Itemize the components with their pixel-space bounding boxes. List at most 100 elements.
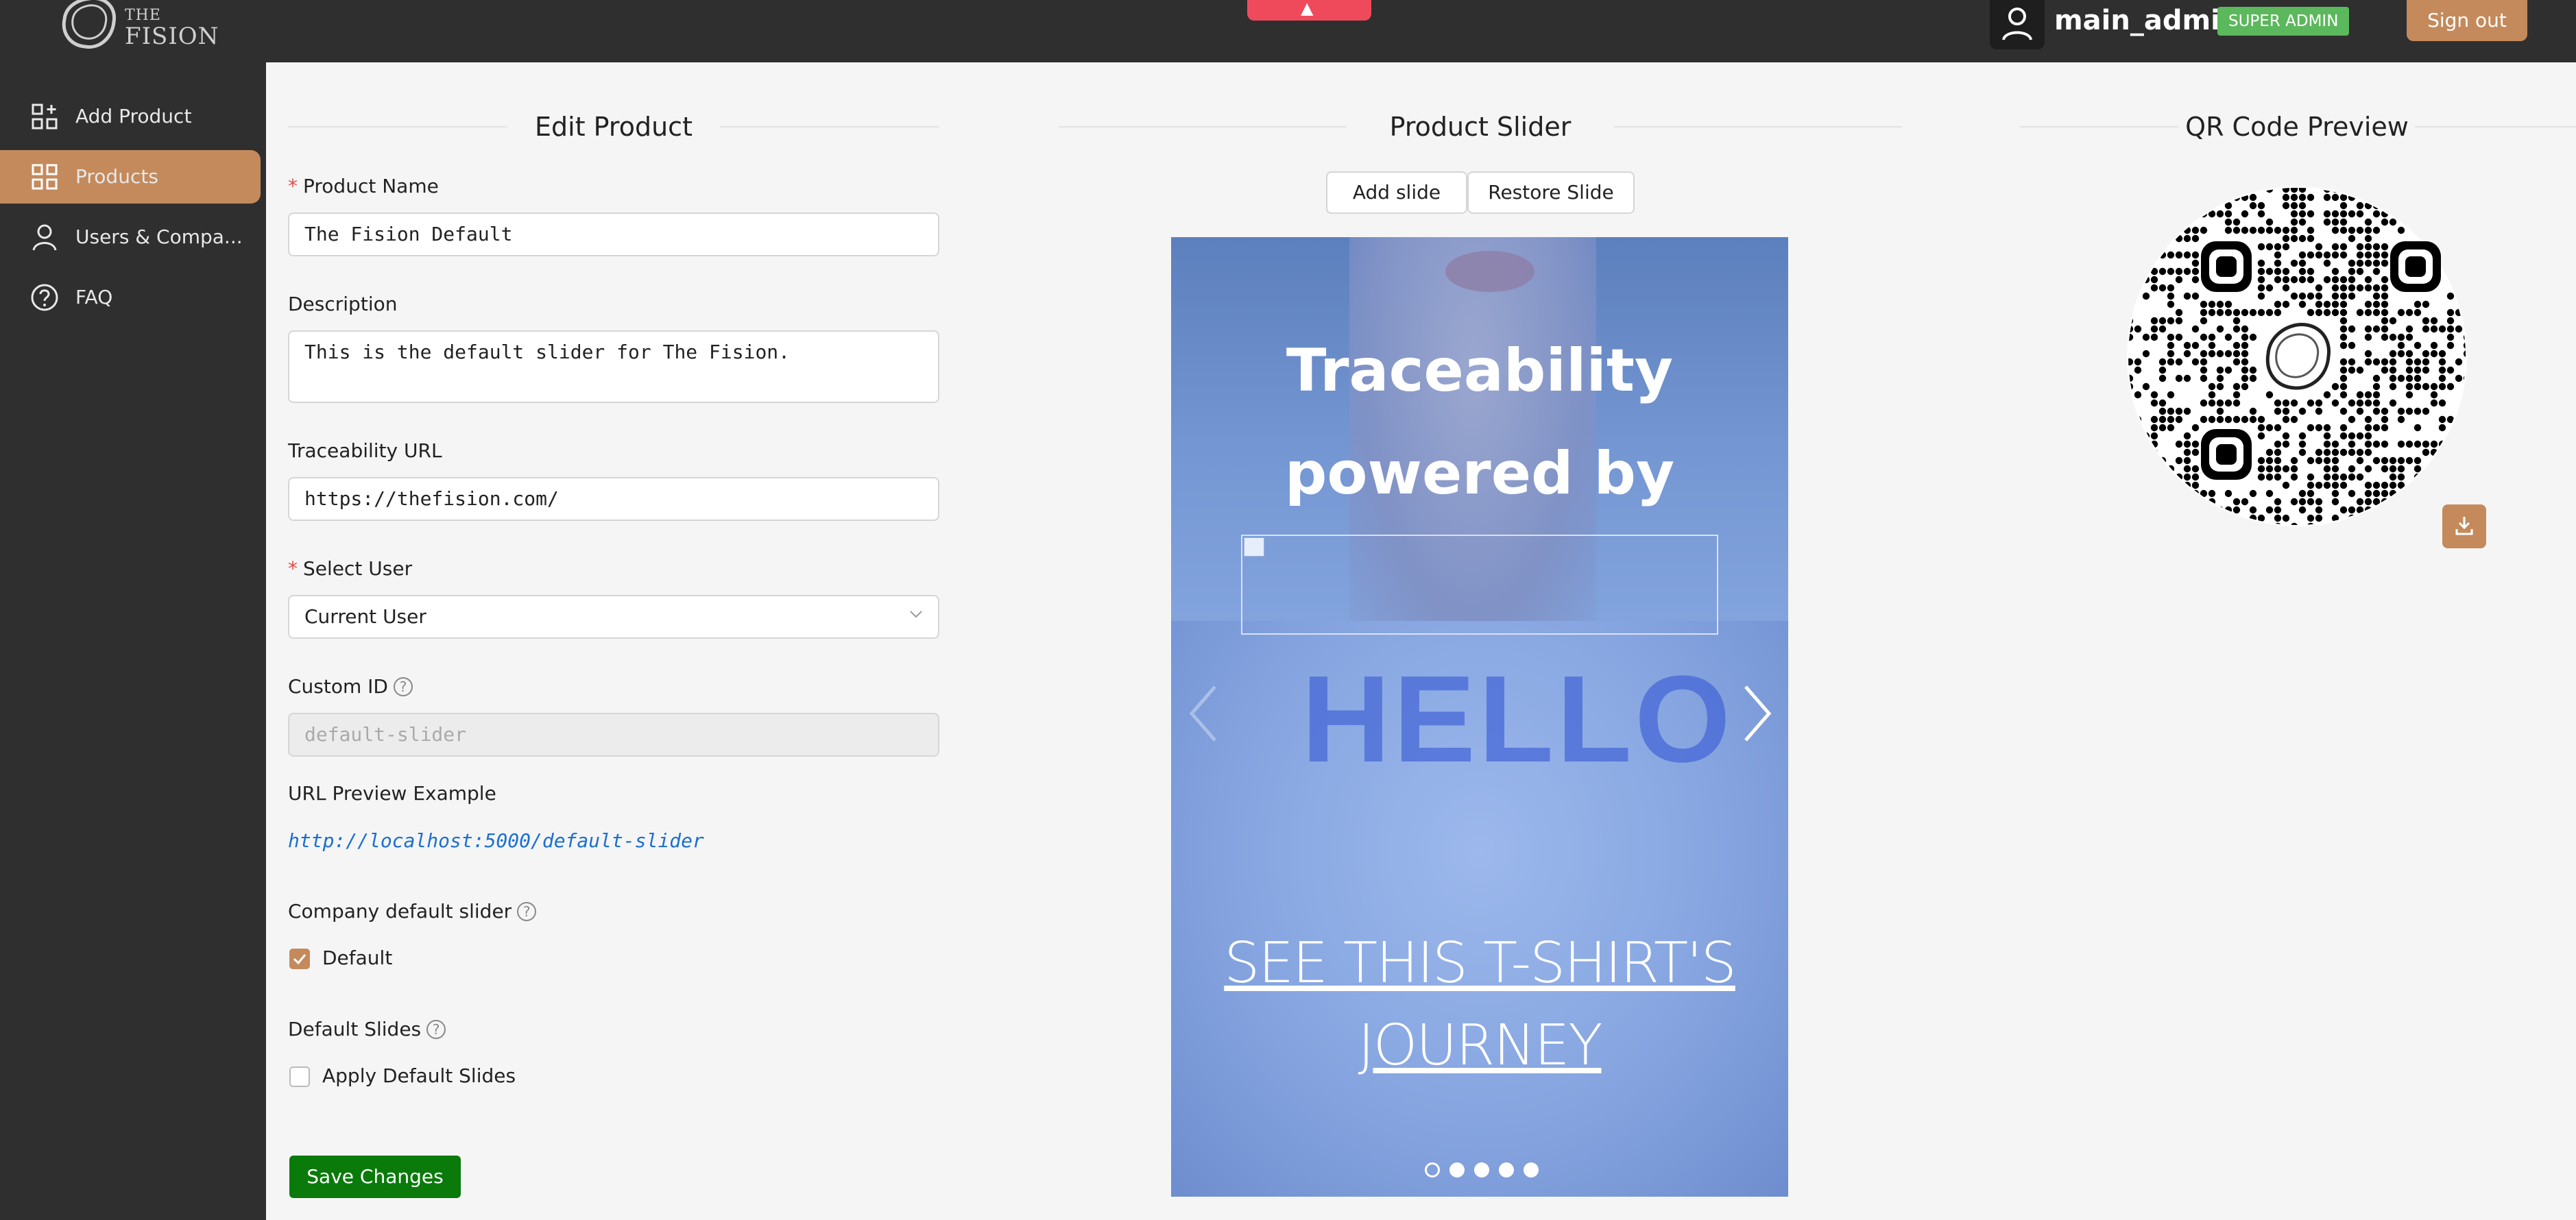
qr-finder-top-left	[2201, 241, 2252, 292]
sign-out-button[interactable]: Sign out	[2407, 0, 2527, 41]
qr-module	[2348, 399, 2356, 407]
qr-module	[2128, 407, 2134, 415]
qr-module	[2381, 317, 2389, 325]
qr-module	[2150, 188, 2158, 193]
help-icon[interactable]: ?	[394, 677, 413, 696]
qr-module	[2282, 226, 2290, 234]
qr-module	[2183, 448, 2191, 456]
qr-module	[2307, 399, 2315, 407]
slide-cta-link[interactable]: SEE THIS T-SHIRT'S JOURNEY	[1171, 923, 1788, 1087]
qr-module	[2405, 498, 2414, 506]
qr-module	[2414, 440, 2422, 448]
user-avatar[interactable]	[1990, 0, 2045, 49]
qr-module	[2381, 300, 2389, 308]
chevron-right-icon[interactable]	[1740, 683, 1774, 744]
qr-module	[2364, 448, 2372, 456]
qr-module	[2298, 210, 2307, 218]
qr-module	[2200, 374, 2208, 382]
description-textarea[interactable]: This is the default slider for The Fisio…	[288, 330, 939, 403]
qr-module	[2356, 473, 2364, 481]
qr-module	[2290, 210, 2298, 218]
slide-dot[interactable]	[1524, 1162, 1539, 1178]
qr-module	[2397, 456, 2405, 465]
qr-module	[2372, 259, 2381, 267]
apply-default-slides-checkbox[interactable]	[289, 1066, 310, 1087]
qr-module	[2315, 481, 2323, 489]
download-qr-button[interactable]	[2442, 504, 2486, 548]
traceability-url-input[interactable]: https://thefision.com/	[288, 477, 939, 521]
product-name-input[interactable]: The Fision Default	[288, 212, 939, 256]
qr-module	[2241, 333, 2249, 341]
username: main_admin	[2054, 5, 2240, 36]
slide-preview[interactable]: HELLO Traceability powered by SEE THIS T…	[1171, 237, 1788, 1197]
select-user-dropdown[interactable]: Current User	[288, 595, 939, 639]
qr-module	[2414, 210, 2422, 218]
qr-module	[2348, 522, 2356, 525]
help-icon[interactable]: ?	[517, 902, 537, 921]
sidebar-item-label: Products	[75, 165, 158, 188]
qr-module	[2265, 465, 2274, 473]
qr-module	[2183, 202, 2191, 210]
qr-module	[2290, 456, 2298, 465]
qr-module	[2183, 473, 2191, 481]
qr-module	[2200, 188, 2208, 193]
qr-module	[2331, 226, 2339, 234]
qr-module	[2323, 276, 2331, 284]
qr-module	[2128, 210, 2134, 218]
qr-module	[2158, 210, 2167, 218]
qr-module	[2175, 188, 2183, 193]
qr-module	[2265, 226, 2274, 234]
slide-dot[interactable]	[1425, 1162, 1440, 1178]
qr-module	[2265, 473, 2274, 481]
qr-module	[2307, 210, 2315, 218]
qr-module	[2307, 251, 2315, 259]
save-changes-button[interactable]: Save Changes	[289, 1156, 461, 1198]
sidebar-item-products[interactable]: Products	[0, 150, 261, 204]
slide-dot[interactable]	[1499, 1162, 1514, 1178]
qr-module	[2216, 382, 2224, 391]
qr-module	[2430, 473, 2438, 481]
qr-module	[2232, 382, 2241, 391]
qr-module	[2364, 308, 2372, 317]
qr-module	[2307, 234, 2315, 243]
qr-module	[2405, 350, 2414, 358]
qr-module	[2381, 407, 2389, 415]
restore-slide-button[interactable]: Restore Slide	[1467, 171, 1635, 214]
qr-module	[2323, 440, 2331, 448]
qr-module	[2364, 251, 2372, 259]
qr-module	[2216, 374, 2224, 382]
qr-module	[2348, 284, 2356, 292]
slide-dot[interactable]	[1474, 1162, 1489, 1178]
add-slide-button[interactable]: Add slide	[1326, 171, 1467, 214]
qr-module	[2200, 202, 2208, 210]
qr-module	[2381, 481, 2389, 489]
qr-module	[2274, 498, 2282, 506]
slide-dot[interactable]	[1449, 1162, 1465, 1178]
sidebar-item-users-companies[interactable]: Users & Compa...	[0, 210, 261, 264]
url-preview-link[interactable]: http://localhost:5000/default-slider	[288, 829, 704, 852]
logo[interactable]: THE FISION	[56, 0, 218, 53]
qr-module	[2257, 276, 2265, 284]
qr-module	[2446, 226, 2455, 234]
qr-module	[2128, 473, 2134, 481]
default-checkbox[interactable]	[289, 949, 310, 969]
qr-module	[2414, 341, 2422, 350]
qr-module	[2183, 292, 2191, 300]
qr-module	[2274, 399, 2282, 407]
sidebar-item-faq[interactable]: FAQ	[0, 271, 261, 324]
qr-module	[2224, 300, 2232, 308]
help-icon[interactable]: ?	[426, 1020, 446, 1039]
qr-module	[2249, 193, 2257, 202]
chevron-left-icon[interactable]	[1186, 683, 1220, 744]
sidebar-item-add-product[interactable]: Add Product	[0, 90, 261, 143]
notification-tab[interactable]: ▲	[1247, 0, 1371, 21]
qr-module	[2142, 243, 2150, 251]
qr-module	[2455, 218, 2463, 226]
qr-module	[2175, 481, 2183, 489]
qr-module	[2175, 276, 2183, 284]
qr-module	[2381, 325, 2389, 333]
custom-id-input[interactable]: default-slider	[288, 713, 939, 757]
logo-text: THE FISION	[125, 5, 219, 48]
qr-module	[2232, 506, 2241, 514]
qr-module	[2405, 374, 2414, 382]
